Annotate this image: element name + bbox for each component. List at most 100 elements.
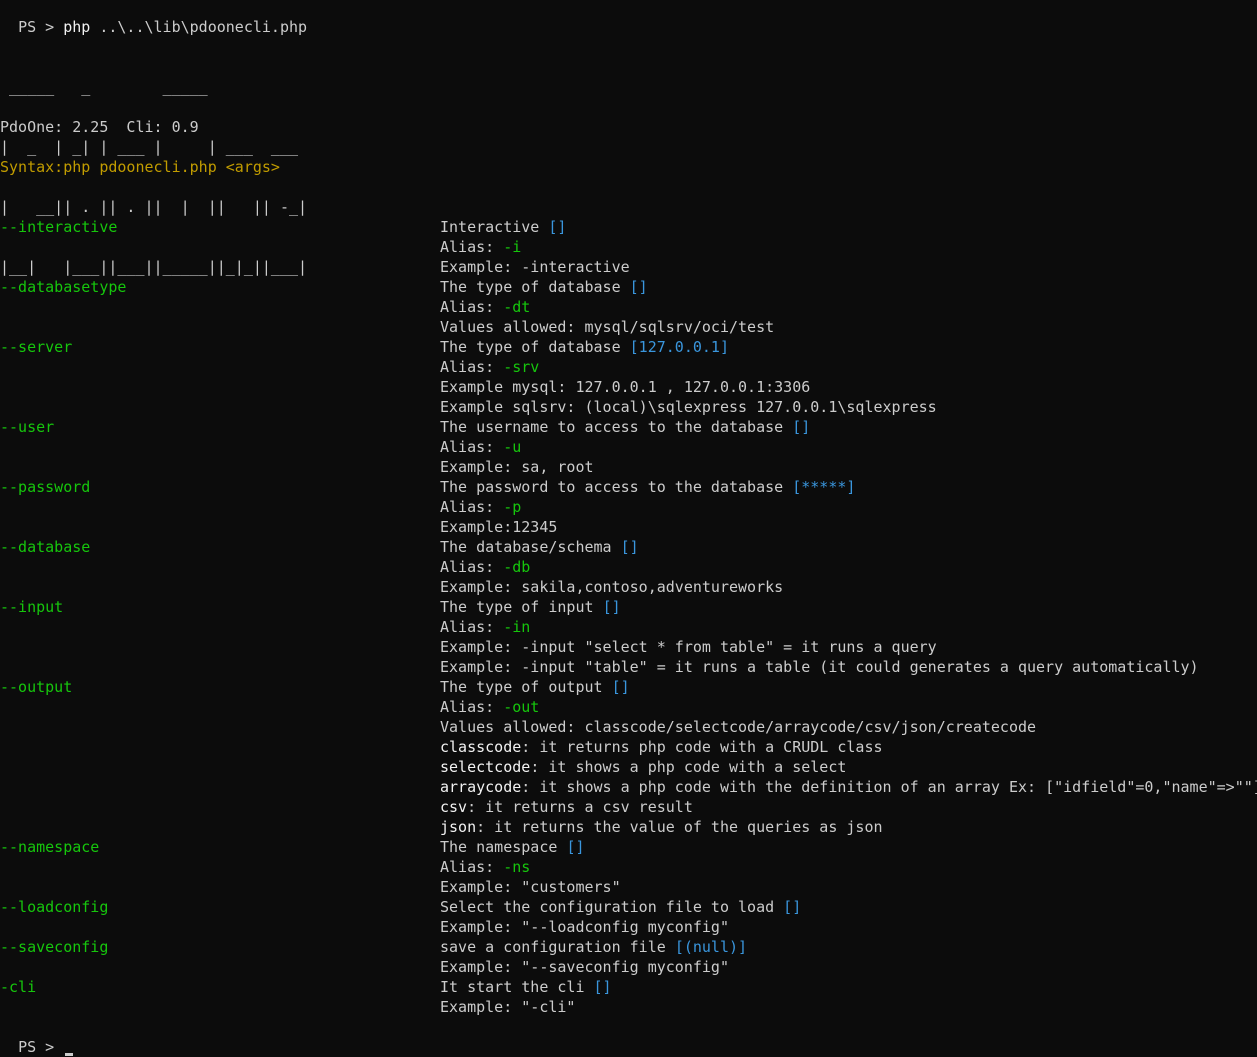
option-example: Example:12345 (440, 518, 558, 536)
option-description-text: The password to access to the database (440, 478, 793, 496)
option-name: --databasetype (0, 278, 127, 296)
option-default-value: [*****] (792, 478, 856, 496)
option-name: --user (0, 418, 55, 436)
option-example: Example: "--loadconfig myconfig" (440, 918, 729, 936)
final-prompt-line[interactable]: PS > (0, 1017, 74, 1056)
option-description: The type of database [] (440, 277, 648, 297)
option-name: --input (0, 598, 64, 616)
option-detail: json: it returns the value of the querie… (440, 817, 883, 837)
option-description: The type of input [] (440, 597, 621, 617)
option-detail: arraycode: it shows a php code with the … (440, 777, 1257, 797)
option-example: Example: "--saveconfig myconfig" (440, 958, 729, 976)
option-name: --output (0, 678, 73, 696)
option-detail-text: : it returns the value of the queries as… (476, 818, 883, 836)
option-alias-prefix: Alias: (440, 558, 504, 576)
option-detail-key: arraycode (440, 778, 522, 796)
option-detail-key: classcode (440, 738, 522, 756)
option-detail: selectcode: it shows a php code with a s… (440, 757, 846, 777)
version-line: PdoOne: 2.25 Cli: 0.9 (0, 118, 199, 136)
option-description: The type of database [127.0.0.1] (440, 337, 729, 357)
option-name: -cli (0, 978, 37, 996)
option-alias: Alias: -srv (440, 357, 539, 377)
option-name: --database (0, 538, 91, 556)
option-description: save a configuration file [(null)] (440, 937, 747, 957)
option-default-value: [] (548, 218, 567, 236)
option-description: Interactive [] (440, 217, 566, 237)
option-example: Example: -interactive (440, 258, 630, 276)
option-alias-value: -out (503, 698, 540, 716)
option-alias-value: -ns (503, 858, 531, 876)
option-alias-prefix: Alias: (440, 438, 504, 456)
option-name: --namespace (0, 838, 100, 856)
option-default-value: [] (792, 418, 811, 436)
option-description: The username to access to the database [… (440, 417, 810, 437)
option-alias-prefix: Alias: (440, 698, 504, 716)
option-example: Example: "customers" (440, 878, 621, 896)
option-alias: Alias: -p (440, 497, 521, 517)
option-description-text: It start the cli (440, 978, 594, 996)
option-detail: classcode: it returns php code with a CR… (440, 737, 883, 757)
command: php (63, 18, 91, 36)
option-description: The database/schema [] (440, 537, 639, 557)
option-detail-text: : it shows a php code with a select (530, 758, 847, 776)
option-default-value: [] (611, 678, 630, 696)
option-description-text: The type of database (440, 278, 630, 296)
option-default-value: [] (566, 838, 585, 856)
option-description-text: The username to access to the database (440, 418, 793, 436)
option-detail-key: selectcode (440, 758, 531, 776)
option-alias-prefix: Alias: (440, 358, 504, 376)
option-detail-key: json (440, 818, 477, 836)
option-example: Values allowed: classcode/selectcode/arr… (440, 718, 1037, 736)
option-example: Example: -input "select * from table" = … (440, 638, 937, 656)
option-example: Example: "-cli" (440, 998, 576, 1016)
option-description: It start the cli [] (440, 977, 612, 997)
option-description-text: The namespace (440, 838, 567, 856)
option-alias: Alias: -dt (440, 297, 530, 317)
option-detail-text: : it returns php code with a CRUDL class (521, 738, 883, 756)
option-alias: Alias: -u (440, 437, 521, 457)
option-example: Example: sa, root (440, 458, 594, 476)
option-description-text: The type of database (440, 338, 630, 356)
option-default-value: [] (629, 278, 648, 296)
command-line: PS > php ..\..\lib\pdoonecli.php (0, 0, 307, 36)
prompt: PS > (18, 18, 64, 36)
option-default-value: [] (620, 538, 639, 556)
option-alias: Alias: -in (440, 617, 530, 637)
option-name: --interactive (0, 218, 118, 236)
option-default-value: [127.0.0.1] (629, 338, 729, 356)
option-alias: Alias: -db (440, 557, 530, 577)
option-name: --password (0, 478, 91, 496)
option-alias-prefix: Alias: (440, 858, 504, 876)
option-alias-value: -srv (503, 358, 540, 376)
option-alias: Alias: -i (440, 237, 521, 257)
option-example: Values allowed: mysql/sqlsrv/oci/test (440, 318, 775, 336)
option-alias-value: -p (503, 498, 522, 516)
option-example: Example sqlsrv: (local)\sqlexpress 127.0… (440, 398, 937, 416)
option-alias-value: -u (503, 438, 522, 456)
option-example: Example: -input "table" = it runs a tabl… (440, 658, 1199, 676)
option-alias-value: -i (503, 238, 522, 256)
option-name: --saveconfig (0, 938, 109, 956)
option-detail: csv: it returns a csv result (440, 797, 693, 817)
option-description: The password to access to the database [… (440, 477, 855, 497)
syntax-line: Syntax:php pdoonecli.php <args> (0, 158, 280, 176)
cursor (65, 1053, 74, 1056)
option-default-value: [] (602, 598, 621, 616)
option-detail-key: csv (440, 798, 468, 816)
option-description-text: The database/schema (440, 538, 621, 556)
option-example: Example mysql: 127.0.0.1 , 127.0.0.1:330… (440, 378, 811, 396)
option-default-value: [] (783, 898, 802, 916)
command-args: ..\..\lib\pdoonecli.php (90, 18, 308, 36)
option-alias-prefix: Alias: (440, 498, 504, 516)
option-alias-value: -dt (503, 298, 531, 316)
option-description-text: Select the configuration file to load (440, 898, 784, 916)
option-name: --server (0, 338, 73, 356)
option-alias-prefix: Alias: (440, 298, 504, 316)
option-alias: Alias: -ns (440, 857, 530, 877)
option-description: The namespace [] (440, 837, 585, 857)
option-alias-value: -db (503, 558, 531, 576)
option-description-text: The type of output (440, 678, 612, 696)
option-default-value: [] (593, 978, 612, 996)
option-description-text: Interactive (440, 218, 549, 236)
option-alias: Alias: -out (440, 697, 539, 717)
